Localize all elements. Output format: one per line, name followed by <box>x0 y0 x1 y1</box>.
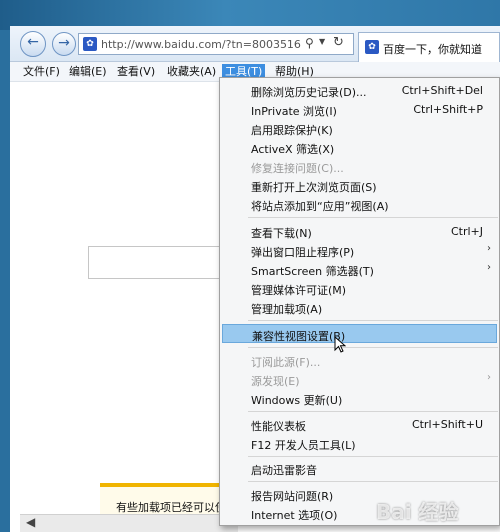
menu-separator <box>248 411 498 412</box>
menu-item-xunlei-player[interactable]: 启动迅雷影音 <box>222 459 497 478</box>
navigation-bar: ← → ✿ http://www.baidu.com/?tn=80035161_… <box>10 26 500 62</box>
menu-item-label: Windows 更新(U) <box>251 394 343 407</box>
menu-favorites[interactable]: 收藏夹(A) <box>164 64 219 80</box>
menu-item-label: InPrivate 浏览(I) <box>251 105 337 118</box>
menu-item-subscribe-feed: 订阅此源(F)... <box>222 351 497 370</box>
menu-item-shortcut: Ctrl+Shift+Del <box>401 84 483 97</box>
back-button[interactable]: ← <box>20 31 46 57</box>
menu-item-label: 兼容性视图设置(B) <box>252 330 346 343</box>
menu-item-delete-history[interactable]: 删除浏览历史记录(D)... Ctrl+Shift+Del <box>222 81 497 100</box>
submenu-arrow-icon: › <box>487 262 491 273</box>
menu-separator <box>248 481 498 482</box>
menu-item-media-licenses[interactable]: 管理媒体许可证(M) <box>222 279 497 298</box>
menu-item-inprivate[interactable]: InPrivate 浏览(I) Ctrl+Shift+P <box>222 100 497 119</box>
menu-item-label: 弹出窗口阻止程序(P) <box>251 246 355 259</box>
menu-item-fix-connection: 修复连接问题(C)... <box>222 157 497 176</box>
menu-item-shortcut: Ctrl+Shift+U <box>411 418 483 431</box>
menu-view[interactable]: 查看(V) <box>114 64 158 80</box>
refresh-icon[interactable]: ↻ <box>333 35 344 50</box>
menu-item-label: 将站点添加到“应用”视图(A) <box>251 200 389 213</box>
menu-item-view-downloads[interactable]: 查看下载(N) Ctrl+J <box>222 222 497 241</box>
menu-item-label: 订阅此源(F)... <box>251 356 321 369</box>
address-url[interactable]: http://www.baidu.com/?tn=80035161_1_c <box>101 38 301 51</box>
menu-item-label: 管理加载项(A) <box>251 303 323 316</box>
menu-item-label: 删除浏览历史记录(D)... <box>251 86 367 99</box>
menu-separator <box>248 347 498 348</box>
forward-arrow-icon: → <box>58 35 70 51</box>
menu-item-shortcut: Ctrl+Shift+P <box>413 103 483 116</box>
menu-item-compatibility-view[interactable]: 兼容性视图设置(B) <box>222 324 497 343</box>
forward-button[interactable]: → <box>52 32 76 56</box>
address-bar[interactable]: ✿ http://www.baidu.com/?tn=80035161_1_c … <box>78 33 354 55</box>
menu-item-tracking-protection[interactable]: 启用跟踪保护(K) <box>222 119 497 138</box>
browser-tab[interactable]: ✿ 百度一下，你就知道 <box>358 32 500 62</box>
menu-item-label: ActiveX 筛选(X) <box>251 143 335 156</box>
menu-separator <box>248 456 498 457</box>
notification-text: 有些加载项已经可以使 <box>116 501 226 514</box>
menu-item-label: 修复连接问题(C)... <box>251 162 344 175</box>
menu-item-label: 启用跟踪保护(K) <box>251 124 333 137</box>
menu-item-label: Internet 选项(O) <box>251 509 338 522</box>
menu-item-label: 报告网站问题(R) <box>251 490 334 503</box>
search-input[interactable] <box>88 246 224 279</box>
chevron-down-icon[interactable]: ▼ <box>319 37 325 46</box>
menu-item-label: 启动迅雷影音 <box>251 464 317 477</box>
menu-item-manage-addons[interactable]: 管理加载项(A) <box>222 298 497 317</box>
baidu-favicon-icon: ✿ <box>83 37 97 51</box>
menu-item-label: 管理媒体许可证(M) <box>251 284 347 297</box>
menu-item-label: SmartScreen 筛选器(T) <box>251 265 374 278</box>
mouse-pointer-icon <box>334 336 346 353</box>
menu-item-activex-filter[interactable]: ActiveX 筛选(X) <box>222 138 497 157</box>
horizontal-scrollbar[interactable]: ◀ <box>20 514 238 532</box>
menu-separator <box>248 320 498 321</box>
menu-item-shortcut: Ctrl+J <box>450 225 483 238</box>
tools-dropdown-menu: 删除浏览历史记录(D)... Ctrl+Shift+Del InPrivate … <box>219 77 500 526</box>
menu-item-label: 性能仪表板 <box>251 420 306 433</box>
submenu-arrow-icon: › <box>487 372 491 383</box>
menu-item-windows-update[interactable]: Windows 更新(U) <box>222 389 497 408</box>
chevron-left-icon[interactable]: ◀ <box>26 515 35 529</box>
back-arrow-icon: ← <box>27 34 39 50</box>
menu-item-smartscreen[interactable]: SmartScreen 筛选器(T) › <box>222 260 497 279</box>
menu-item-add-to-apps[interactable]: 将站点添加到“应用”视图(A) <box>222 195 497 214</box>
menu-file[interactable]: 文件(F) <box>20 64 63 80</box>
menu-item-feed-discovery: 源发现(E) › <box>222 370 497 389</box>
menu-edit[interactable]: 编辑(E) <box>66 64 110 80</box>
menu-item-popup-blocker[interactable]: 弹出窗口阻止程序(P) › <box>222 241 497 260</box>
menu-item-reopen-session[interactable]: 重新打开上次浏览页面(S) <box>222 176 497 195</box>
watermark: Bai 经验 <box>376 500 459 524</box>
search-icon[interactable]: ⚲ <box>305 36 314 50</box>
baidu-favicon-icon: ✿ <box>365 40 379 54</box>
menu-item-label: 查看下载(N) <box>251 227 312 240</box>
menu-item-label: F12 开发人员工具(L) <box>251 439 356 452</box>
menu-item-label: 源发现(E) <box>251 375 300 388</box>
submenu-arrow-icon: › <box>487 243 491 254</box>
menu-item-label: 重新打开上次浏览页面(S) <box>251 181 377 194</box>
menu-separator <box>248 217 498 218</box>
menu-item-performance-dashboard[interactable]: 性能仪表板 Ctrl+Shift+U <box>222 415 497 434</box>
menu-item-developer-tools[interactable]: F12 开发人员工具(L) <box>222 434 497 453</box>
tab-title: 百度一下，你就知道 <box>383 43 482 56</box>
